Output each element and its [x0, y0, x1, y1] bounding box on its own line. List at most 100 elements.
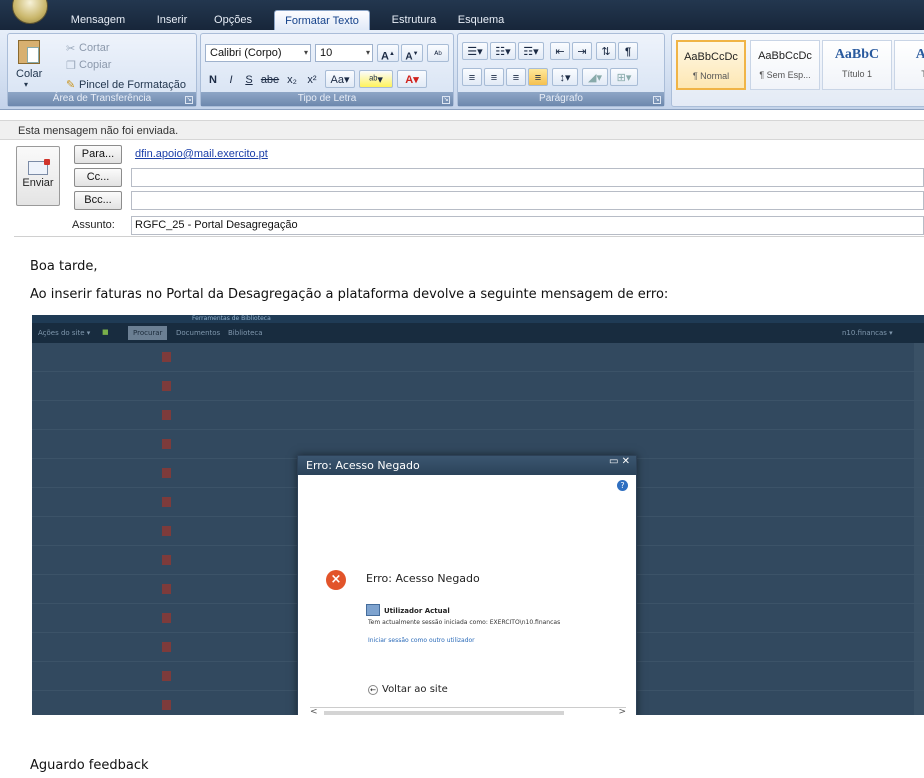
message-body[interactable]: Boa tarde, Ao inserir faturas no Portal … [14, 236, 924, 778]
clear-formatting-icon[interactable]: ᴬᵇ [427, 44, 449, 62]
font-size-value: 10 [320, 47, 333, 59]
horizontal-scrollbar: < > [310, 707, 626, 715]
pdf-icon [162, 410, 171, 420]
style-normal[interactable]: AaBbCcDc ¶ Normal [676, 40, 746, 90]
paragraph-group: ☰▾ ☷▾ ☶▾ ⇤ ⇥ ⇅ ¶ ≡ ≡ ≡ ≡ ↕▾ ◢▾ ⊞▾ Parágr… [457, 33, 665, 107]
borders-icon[interactable]: ⊞▾ [610, 68, 638, 86]
help-icon: ? [617, 480, 628, 491]
pdf-icon [162, 468, 171, 478]
dialog-launcher-icon[interactable]: ↘ [442, 96, 450, 104]
style-sem-espacamento[interactable]: AaBbCcDc ¶ Sem Esp... [750, 40, 820, 90]
outlook-compose-window: Mensagem Inserir Opções Formatar Texto E… [0, 0, 924, 778]
user-menu: n10.financas ▾ [842, 329, 893, 337]
decrease-indent-icon[interactable]: ⇤ [550, 42, 570, 60]
font-color-icon[interactable]: A▾ [397, 70, 427, 88]
cut-icon: ✂ [66, 43, 76, 55]
cc-field[interactable] [131, 168, 924, 187]
highlight-icon[interactable]: ᵃᵇ▾ [359, 70, 393, 88]
grow-font-icon[interactable]: A▲ [377, 44, 399, 63]
pdf-icon [162, 526, 171, 536]
pdf-icon [162, 671, 171, 681]
subject-field[interactable]: RGFC_25 - Portal Desagregação [131, 216, 924, 235]
style-sample: AaBbCcDc [684, 51, 738, 63]
send-envelope-icon [28, 159, 50, 175]
style-titulo-2[interactable]: AaB Títu [894, 40, 924, 90]
bold-icon[interactable]: N [205, 70, 221, 88]
shading-icon[interactable]: ◢▾ [582, 68, 608, 86]
font-group: Calibri (Corpo) ▾ 10 ▾ A▲ A▼ ᴬᵇ N I S abe … [200, 33, 454, 107]
to-field[interactable]: dfin.apoio@mail.exercito.pt [131, 145, 924, 164]
font-family-select[interactable]: Calibri (Corpo) ▾ [205, 44, 311, 62]
justify-icon[interactable]: ≡ [528, 68, 548, 86]
closing-text: Aguardo feedback [30, 758, 149, 773]
tab-formatar-texto[interactable]: Formatar Texto [274, 10, 370, 31]
login-other-user-link: Iniciar sessão como outro utilizador [368, 637, 475, 644]
tab-mensagem[interactable]: Mensagem [62, 11, 134, 30]
paragraph-group-label: Parágrafo [458, 92, 664, 106]
numbering-icon[interactable]: ☷▾ [490, 42, 516, 60]
underline-icon[interactable]: S [241, 70, 257, 88]
access-denied-dialog: Erro: Acesso Negado ▭ ✕ ? × Erro: Acesso… [297, 455, 637, 715]
chevron-down-icon[interactable]: ▾ [24, 80, 28, 89]
style-name: Títu [921, 69, 924, 79]
styles-group: AaBbCcDc ¶ Normal AaBbCcDc ¶ Sem Esp... Aa… [671, 33, 924, 107]
style-titulo-1[interactable]: AaBbC Título 1 [822, 40, 892, 90]
pdf-icon [162, 613, 171, 623]
pdf-icon [162, 555, 171, 565]
align-left-icon[interactable]: ≡ [462, 68, 482, 86]
font-family-value: Calibri (Corpo) [210, 47, 282, 59]
scroll-left-icon: < [310, 707, 318, 715]
tab-inserir[interactable]: Inserir [144, 11, 200, 30]
sort-icon[interactable]: ⇅ [596, 42, 616, 60]
browse-tab: Procurar [128, 326, 168, 340]
format-painter-icon: ✎ [66, 79, 76, 91]
send-button[interactable]: Enviar [16, 146, 60, 206]
show-formatting-icon[interactable]: ¶ [618, 42, 638, 60]
paste-icon[interactable] [18, 40, 40, 64]
copy-button[interactable]: Copiar [79, 59, 111, 71]
dialog-launcher-icon[interactable]: ↘ [185, 96, 193, 104]
office-button[interactable] [12, 0, 48, 24]
cut-button[interactable]: Cortar [79, 42, 110, 54]
align-center-icon[interactable]: ≡ [484, 68, 504, 86]
clipboard-group-label: Área de Transferência [8, 92, 196, 106]
change-case-icon[interactable]: Aa▾ [325, 70, 355, 88]
dialog-launcher-icon[interactable]: ↘ [653, 96, 661, 104]
bcc-button[interactable]: Bcc... [74, 191, 122, 210]
subject-label: Assunto: [72, 219, 115, 231]
tab-esquema[interactable]: Esquema [450, 11, 512, 30]
align-right-icon[interactable]: ≡ [506, 68, 526, 86]
send-label: Enviar [22, 177, 54, 189]
format-painter-button[interactable]: Pincel de Formatação [79, 79, 186, 91]
pdf-icon [162, 439, 171, 449]
strikethrough-icon[interactable]: abe [259, 70, 281, 88]
increase-indent-icon[interactable]: ⇥ [572, 42, 592, 60]
cc-button[interactable]: Cc... [74, 168, 122, 187]
shrink-font-icon[interactable]: A▼ [401, 44, 423, 62]
scroll-right-icon: > [618, 707, 626, 715]
paste-button[interactable]: Colar [16, 68, 42, 80]
multilevel-list-icon[interactable]: ☶▾ [518, 42, 544, 60]
style-name: ¶ Sem Esp... [759, 70, 811, 80]
current-user-label: Utilizador Actual [384, 607, 450, 615]
superscript-icon[interactable]: x² [303, 70, 321, 88]
style-name: Título 1 [841, 69, 872, 79]
tab-opcoes[interactable]: Opções [206, 11, 260, 30]
bullets-icon[interactable]: ☰▾ [462, 42, 488, 60]
info-bar: Esta mensagem não foi enviada. [0, 120, 924, 140]
style-sample: AaBbC [834, 47, 880, 62]
error-icon: × [326, 570, 346, 590]
ribbon: Colar ▾ ✂ Cortar ❐ Copiar ✎ Pincel de Fo… [0, 30, 924, 110]
documents-tab: Documentos [176, 329, 221, 337]
tools-label: Ferramentas de Biblioteca [192, 315, 271, 322]
subscript-icon[interactable]: x₂ [283, 70, 301, 88]
bcc-field[interactable] [131, 191, 924, 210]
tab-estrutura[interactable]: Estrutura [380, 11, 448, 30]
italic-icon[interactable]: I [223, 70, 239, 88]
library-tab: Biblioteca [228, 329, 263, 337]
session-text: Tem actualmente sessão iniciada como: EX… [368, 619, 561, 626]
line-spacing-icon[interactable]: ↕▾ [552, 68, 578, 86]
site-actions-menu: Ações do site ▾ [38, 329, 91, 337]
font-size-select[interactable]: 10 ▾ [315, 44, 373, 62]
to-button[interactable]: Para... [74, 145, 122, 164]
